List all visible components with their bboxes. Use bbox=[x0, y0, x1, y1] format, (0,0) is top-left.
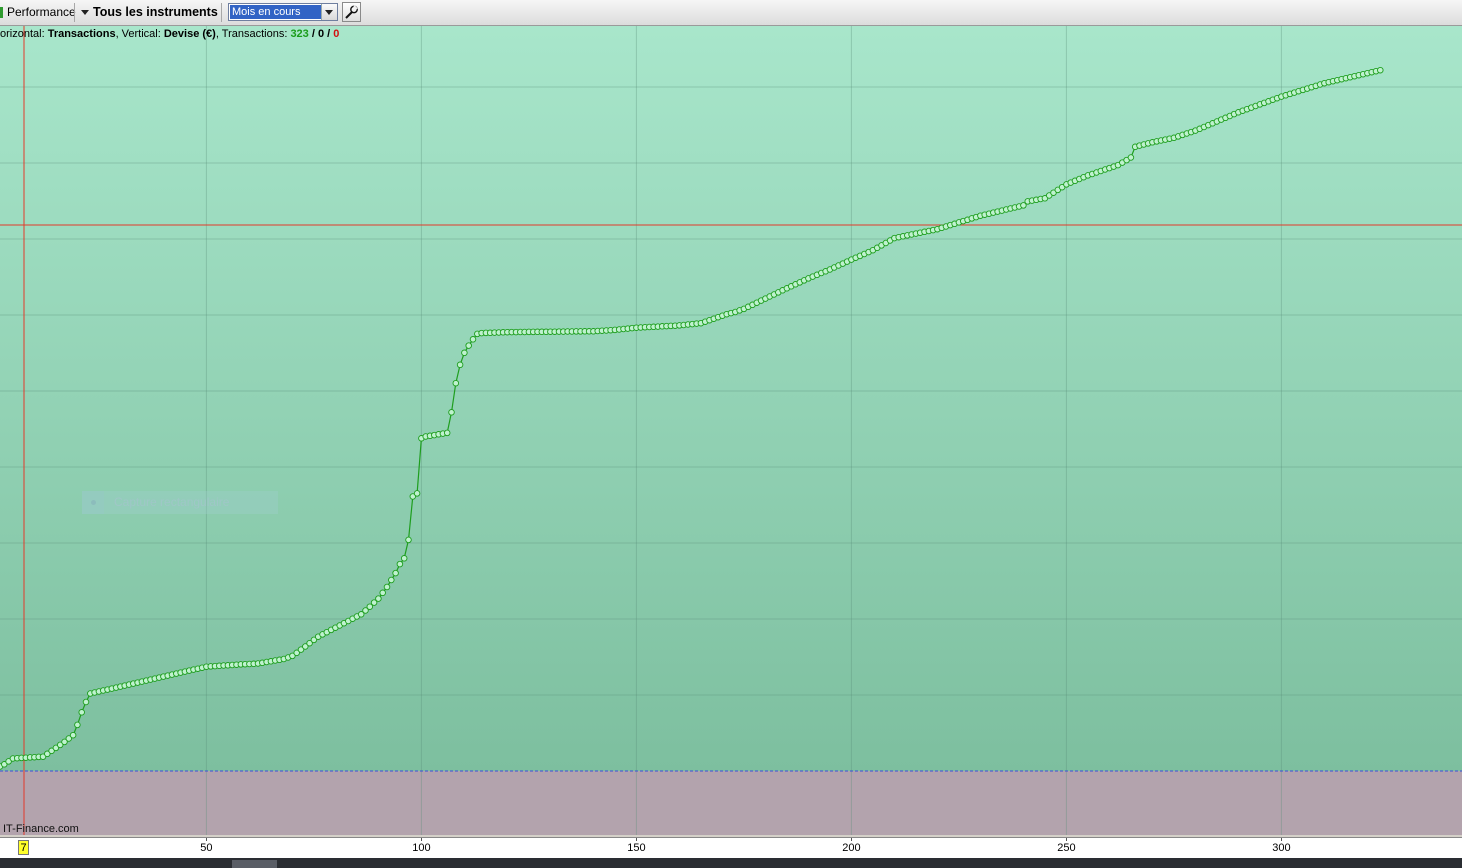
instruments-dropdown-label: Tous les instruments bbox=[93, 5, 218, 19]
data-point bbox=[379, 589, 386, 597]
data-point bbox=[461, 349, 468, 357]
separator: / bbox=[308, 28, 318, 40]
performance-icon bbox=[0, 7, 3, 18]
data-point bbox=[74, 721, 81, 729]
data-point bbox=[452, 379, 460, 387]
data-point bbox=[1127, 154, 1135, 161]
transactions-loss-count: 0 bbox=[333, 28, 340, 40]
toolbar-divider bbox=[221, 3, 222, 22]
positive-zone bbox=[0, 26, 1462, 771]
dropdown-arrow-icon bbox=[81, 10, 89, 16]
x-tick-label: 200 bbox=[842, 842, 861, 854]
settings-button[interactable] bbox=[342, 2, 361, 22]
data-point bbox=[78, 709, 85, 716]
x-tick-mark bbox=[421, 838, 423, 841]
chart-area[interactable] bbox=[0, 26, 1462, 835]
x-axis: 50 100 150 200 250 300 bbox=[0, 837, 1462, 859]
data-point bbox=[375, 595, 382, 602]
period-select[interactable]: Mois en cours bbox=[228, 3, 338, 21]
vertical-prefix: , Vertical: bbox=[115, 28, 164, 40]
vertical-value: Devise (€) bbox=[163, 28, 216, 40]
x-tick-mark bbox=[851, 838, 853, 841]
x-tick-label: 50 bbox=[200, 842, 213, 854]
negative-zone bbox=[0, 771, 1462, 835]
chart-info-line: orizontal: Transactions, Vertical: Devis… bbox=[0, 28, 339, 40]
x-tick-mark bbox=[206, 838, 208, 841]
toolbar-divider bbox=[74, 3, 75, 22]
data-point bbox=[82, 698, 90, 706]
capture-icon bbox=[82, 491, 104, 514]
transactions-win-count: 323 bbox=[290, 28, 309, 40]
capture-label-text: Capture rectangulaire bbox=[114, 495, 230, 509]
watermark: IT-Finance.com bbox=[3, 823, 79, 835]
cursor-x-value: 7 bbox=[18, 840, 29, 855]
data-point bbox=[448, 409, 455, 416]
x-tick-mark bbox=[1281, 838, 1283, 841]
data-point bbox=[413, 490, 421, 497]
horizontal-prefix: orizontal: bbox=[0, 28, 48, 40]
data-point bbox=[443, 429, 451, 437]
x-tick-label: 150 bbox=[627, 842, 646, 854]
chevron-down-icon[interactable] bbox=[321, 4, 337, 20]
data-point bbox=[69, 731, 77, 739]
instruments-dropdown[interactable]: Tous les instruments bbox=[81, 0, 218, 25]
toolbar: Performance Tous les instruments Mois en… bbox=[0, 0, 1462, 26]
transactions-prefix: , Transactions: bbox=[215, 28, 291, 40]
capture-rectangulaire-overlay: Capture rectangulaire bbox=[82, 491, 278, 514]
x-tick-label: 100 bbox=[412, 842, 431, 854]
data-point bbox=[392, 569, 399, 577]
status-tab[interactable] bbox=[232, 860, 277, 868]
x-tick-label: 250 bbox=[1057, 842, 1076, 854]
separator: / bbox=[324, 28, 334, 40]
x-tick-mark bbox=[636, 838, 638, 841]
data-point bbox=[1377, 66, 1384, 74]
data-point bbox=[469, 336, 477, 343]
data-point bbox=[465, 342, 472, 349]
wrench-icon bbox=[345, 5, 358, 19]
data-point bbox=[396, 560, 404, 568]
data-point bbox=[388, 576, 395, 584]
equity-chart[interactable] bbox=[0, 26, 1462, 835]
data-point bbox=[400, 555, 408, 562]
data-point bbox=[456, 361, 464, 369]
x-tick-label: 300 bbox=[1272, 842, 1291, 854]
performance-tab[interactable]: Performance bbox=[7, 0, 76, 25]
status-bar bbox=[0, 858, 1462, 868]
x-tick-mark bbox=[1066, 838, 1068, 841]
horizontal-value: Transactions bbox=[47, 28, 116, 40]
data-point bbox=[383, 583, 391, 591]
period-select-value: Mois en cours bbox=[230, 5, 322, 19]
data-point bbox=[405, 536, 412, 544]
